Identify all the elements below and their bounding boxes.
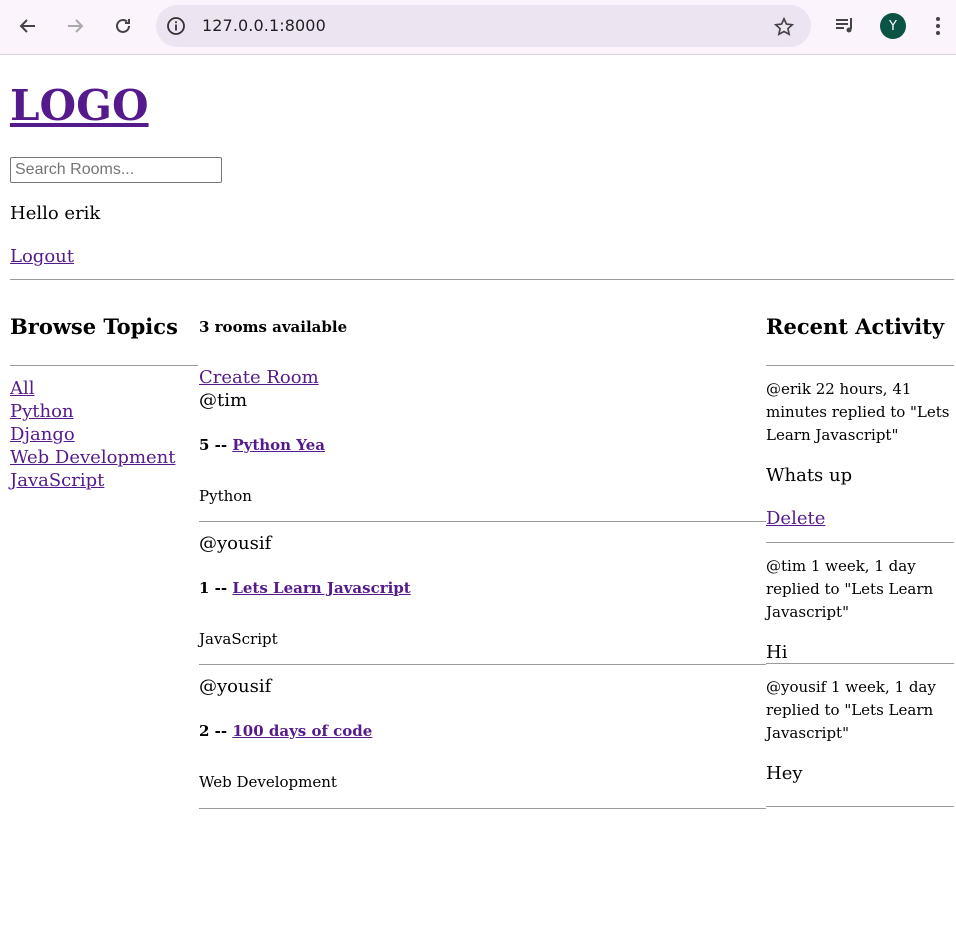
room-title-line: 2 -- 100 days of code [199, 722, 373, 740]
room-divider [199, 521, 766, 522]
activity-message: Hey [766, 763, 803, 784]
activity-message: Hi [766, 642, 788, 663]
topic-link-web-development[interactable]: Web Development [10, 446, 176, 469]
topic-link-javascript[interactable]: JavaScript [10, 469, 176, 492]
topic-link-python[interactable]: Python [10, 400, 176, 423]
room-id: 1 [199, 579, 210, 597]
room-title-line: 1 -- Lets Learn Javascript [199, 579, 411, 597]
topic-list: All Python Django Web Development JavaSc… [10, 377, 176, 492]
topic-link-django[interactable]: Django [10, 423, 176, 446]
forward-button[interactable] [59, 10, 91, 42]
arrow-left-icon [19, 19, 35, 33]
greeting-text: Hello erik [10, 203, 101, 224]
profile-avatar[interactable]: Y [880, 13, 906, 39]
avatar-letter: Y [889, 18, 897, 34]
create-room-link[interactable]: Create Room [199, 367, 319, 388]
browse-topics-heading: Browse Topics [10, 314, 178, 339]
activity-item: @erik 22 hours, 41 minutes replied to "L… [766, 378, 956, 529]
activity-meta: @erik 22 hours, 41 minutes replied to "L… [766, 380, 950, 444]
arrow-right-icon [68, 19, 84, 33]
recent-activity-heading: Recent Activity [766, 314, 945, 339]
activity-item: @tim 1 week, 1 day replied to "Lets Lear… [766, 555, 956, 663]
room-divider [199, 808, 766, 809]
logout-link[interactable]: Logout [10, 246, 74, 267]
bookmark-star-icon[interactable] [773, 16, 795, 38]
activity-divider [766, 542, 954, 543]
address-bar[interactable]: 127.0.0.1:8000 [156, 5, 811, 47]
activity-item: @yousif 1 week, 1 day replied to "Lets L… [766, 676, 956, 784]
room-host: @yousif [199, 533, 272, 554]
room-title-line: 5 -- Python Yea [199, 436, 325, 454]
topic-link-all[interactable]: All [10, 377, 176, 400]
rooms-count: 3 rooms available [199, 318, 348, 336]
room-host: @tim [199, 390, 248, 411]
url-text[interactable]: 127.0.0.1:8000 [202, 16, 326, 35]
room-link[interactable]: Lets Learn Javascript [232, 579, 410, 597]
room-id: 5 [199, 436, 210, 454]
activity-divider [766, 806, 954, 807]
media-controls-icon[interactable] [833, 14, 857, 38]
reload-button[interactable] [107, 10, 139, 42]
room-topic: Web Development [199, 773, 337, 791]
search-input[interactable] [10, 157, 222, 183]
room-topic: Python [199, 487, 252, 505]
activity-message: Whats up [766, 465, 853, 486]
room-link[interactable]: Python Yea [232, 436, 325, 454]
activity-meta: @tim 1 week, 1 day replied to "Lets Lear… [766, 557, 934, 621]
activity-meta: @yousif 1 week, 1 day replied to "Lets L… [766, 678, 936, 742]
activity-divider [766, 663, 954, 664]
info-icon[interactable] [166, 16, 186, 36]
header-divider [10, 279, 954, 280]
back-button[interactable] [12, 10, 44, 42]
reload-icon [116, 18, 130, 33]
room-host: @yousif [199, 676, 272, 697]
logo-heading: LOGO [10, 82, 149, 130]
room-link[interactable]: 100 days of code [232, 722, 372, 740]
room-topic: JavaScript [199, 630, 278, 648]
room-divider [199, 664, 766, 665]
delete-activity-link[interactable]: Delete [766, 508, 825, 529]
topics-divider [10, 365, 198, 366]
room-id: 2 [199, 722, 210, 740]
activity-divider [766, 365, 954, 366]
browser-toolbar: 127.0.0.1:8000 Y [0, 0, 956, 55]
logo-link[interactable]: LOGO [10, 81, 149, 130]
more-vert-icon[interactable] [928, 14, 948, 38]
